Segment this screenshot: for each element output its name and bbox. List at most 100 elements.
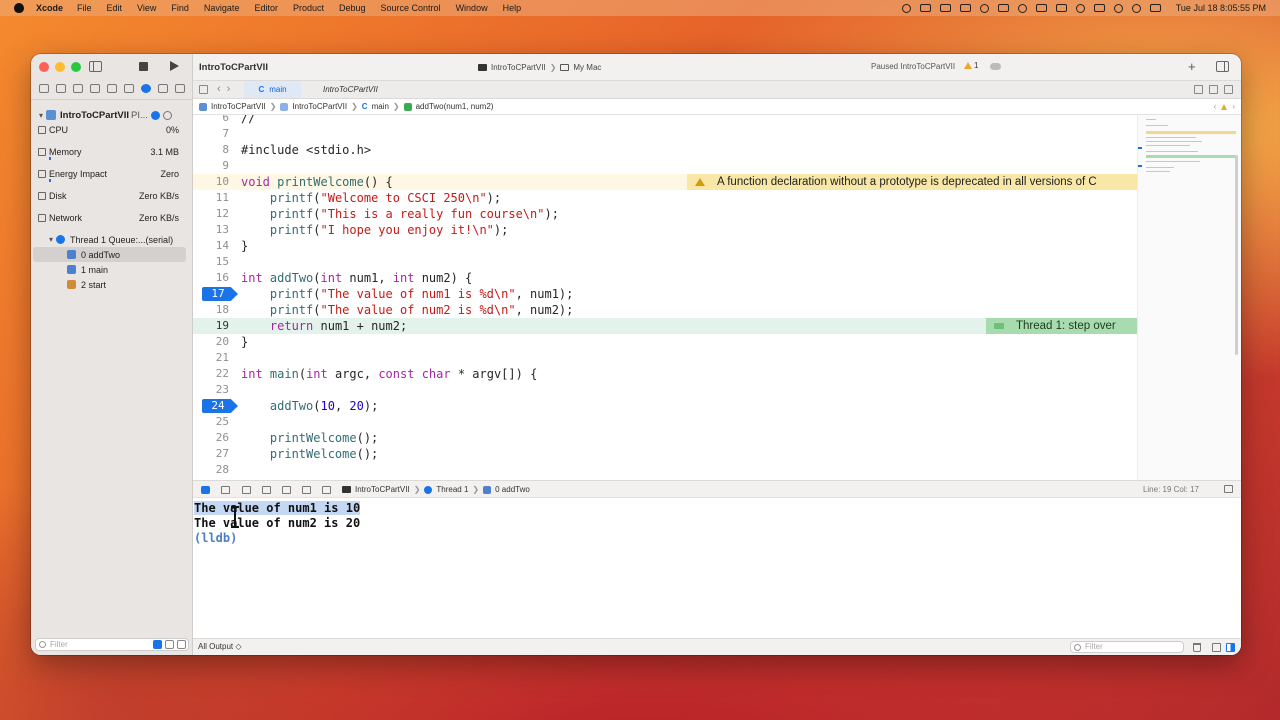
gauge-energy[interactable]: Energy Impact Zero (31, 166, 193, 188)
tab-main[interactable]: C main (244, 81, 301, 98)
adjust-editor-icon[interactable] (1209, 85, 1218, 94)
next-issue-icon[interactable]: › (1232, 102, 1235, 111)
stack-frame-row[interactable]: 2 start (31, 277, 193, 292)
control-center-icon[interactable] (1149, 4, 1161, 12)
gauge-network[interactable]: Network Zero KB/s (31, 210, 193, 232)
menu-product[interactable]: Product (293, 3, 324, 13)
step-into-icon[interactable] (262, 486, 271, 494)
screen-record-icon[interactable] (901, 3, 911, 13)
run-icon[interactable] (170, 61, 179, 71)
options-icon[interactable] (162, 110, 172, 120)
trash-icon[interactable] (1193, 643, 1201, 652)
add-icon[interactable]: + (1188, 59, 1196, 74)
sidebar-toggle-icon[interactable] (89, 61, 102, 72)
lldb-prompt[interactable]: (lldb) (194, 531, 1241, 546)
menu-navigate[interactable]: Navigate (204, 3, 240, 13)
warning-badge[interactable]: 1 (964, 61, 978, 70)
breakpoint-marker[interactable]: 24 (202, 399, 238, 413)
split-editor-icon[interactable] (1224, 85, 1233, 94)
filter-option-icon[interactable] (165, 640, 174, 649)
info-icon[interactable] (150, 110, 160, 120)
report-navigator-icon[interactable] (175, 84, 185, 93)
simulate-location-icon[interactable] (322, 486, 331, 494)
filter-option-icon[interactable] (177, 640, 186, 649)
step-annotation[interactable]: Thread 1: step over (986, 318, 1137, 334)
menu-find[interactable]: Find (171, 3, 189, 13)
spotlight-icon[interactable] (1131, 3, 1141, 13)
stack-frame-row[interactable]: 0 addTwo (33, 247, 186, 262)
console-filter-field[interactable]: Filter (1070, 641, 1184, 653)
gamepad-icon[interactable] (997, 4, 1009, 12)
cloud-icon[interactable] (939, 4, 951, 12)
chevron-down-icon[interactable]: ▾ (49, 235, 53, 244)
symbol-navigator-icon[interactable] (73, 84, 83, 93)
inspector-toggle-icon[interactable] (1216, 61, 1229, 72)
jump-function[interactable]: addTwo(num1, num2) (416, 102, 494, 111)
breakpoint-marker[interactable]: 17 (202, 287, 238, 301)
wifi-icon[interactable] (1113, 3, 1123, 13)
jump-file[interactable]: main (372, 102, 389, 111)
keyboard-icon[interactable] (1055, 4, 1067, 12)
display-icon[interactable] (1035, 4, 1047, 12)
chevron-down-icon[interactable]: ▾ (39, 111, 43, 120)
menu-clock[interactable]: Tue Jul 18 8:05:55 PM (1176, 3, 1266, 13)
prev-issue-icon[interactable]: ‹ (1214, 102, 1217, 111)
menu-app-name[interactable]: Xcode (36, 3, 63, 13)
step-out-icon[interactable] (282, 486, 291, 494)
menu-window[interactable]: Window (456, 3, 488, 13)
close-window-button[interactable] (39, 62, 49, 72)
gauge-disk[interactable]: Disk Zero KB/s (31, 188, 193, 210)
step-over-icon[interactable] (242, 486, 251, 494)
window-icon[interactable] (959, 4, 971, 12)
stack-frame-row[interactable]: 1 main (31, 262, 193, 277)
breakpoint-navigator-icon[interactable] (158, 84, 168, 93)
hide-debug-area-icon[interactable] (1224, 485, 1233, 493)
filter-option-icon[interactable] (153, 640, 162, 649)
process-row[interactable]: ▾ IntroToCPartVII PI... (31, 108, 193, 122)
related-items-icon[interactable] (199, 85, 208, 94)
bluetooth-icon[interactable] (1075, 3, 1085, 13)
continue-icon[interactable] (221, 486, 230, 494)
thread-row[interactable]: ▾ Thread 1 Queue:...(serial) (31, 232, 193, 247)
globe-icon[interactable] (1017, 3, 1027, 13)
breakpoints-toggle-icon[interactable] (201, 486, 210, 494)
jump-project[interactable]: IntroToCPartVII (211, 102, 266, 111)
back-forward-icon[interactable]: ‹› (217, 83, 236, 95)
scheme-selector[interactable]: IntroToCPartVII ❯ My Mac (478, 61, 601, 74)
crumb-process[interactable]: IntroToCPartVII (355, 485, 410, 494)
menu-help[interactable]: Help (503, 3, 522, 13)
menu-source-control[interactable]: Source Control (381, 3, 441, 13)
menu-edit[interactable]: Edit (107, 3, 123, 13)
menu-view[interactable]: View (137, 3, 156, 13)
minimap[interactable] (1137, 115, 1241, 480)
apple-menu-icon[interactable] (14, 3, 24, 13)
navigator-filter-field[interactable]: Filter (35, 638, 189, 651)
find-navigator-icon[interactable] (90, 84, 100, 93)
gauge-cpu[interactable]: CPU 0% (31, 122, 193, 144)
extension-icon[interactable] (919, 4, 931, 12)
source-editor[interactable]: 6// 7 8 #include <stdio.h> 9 10 void print… (193, 115, 1137, 480)
crumb-thread[interactable]: Thread 1 (436, 485, 468, 494)
sync-icon[interactable] (979, 3, 989, 13)
minimize-window-button[interactable] (55, 62, 65, 72)
crumb-frame[interactable]: 0 addTwo (495, 485, 530, 494)
zoom-window-button[interactable] (71, 62, 81, 72)
minimap-scrollbar[interactable] (1235, 155, 1238, 355)
warning-annotation[interactable]: A function declaration without a prototy… (687, 174, 1137, 190)
output-selector[interactable]: All Output ◇ (198, 642, 242, 651)
tab-project[interactable]: IntroToCPartVII (315, 81, 386, 98)
project-navigator-icon[interactable] (39, 84, 49, 93)
jump-group[interactable]: IntroToCPartVII (292, 102, 347, 111)
project-title[interactable]: IntroToCPartVII (199, 62, 268, 73)
console-output[interactable]: The value of num1 is 10 The value of num… (193, 498, 1241, 638)
menu-debug[interactable]: Debug (339, 3, 366, 13)
variables-view-icon[interactable] (1212, 643, 1221, 652)
debug-navigator-icon[interactable] (141, 84, 151, 93)
refresh-icon[interactable] (1194, 85, 1203, 94)
source-control-navigator-icon[interactable] (56, 84, 66, 93)
issue-navigator-icon[interactable] (107, 84, 117, 93)
stop-icon[interactable] (139, 62, 148, 71)
gauge-memory[interactable]: Memory 3.1 MB (31, 144, 193, 166)
test-navigator-icon[interactable] (124, 84, 134, 93)
menu-file[interactable]: File (77, 3, 92, 13)
